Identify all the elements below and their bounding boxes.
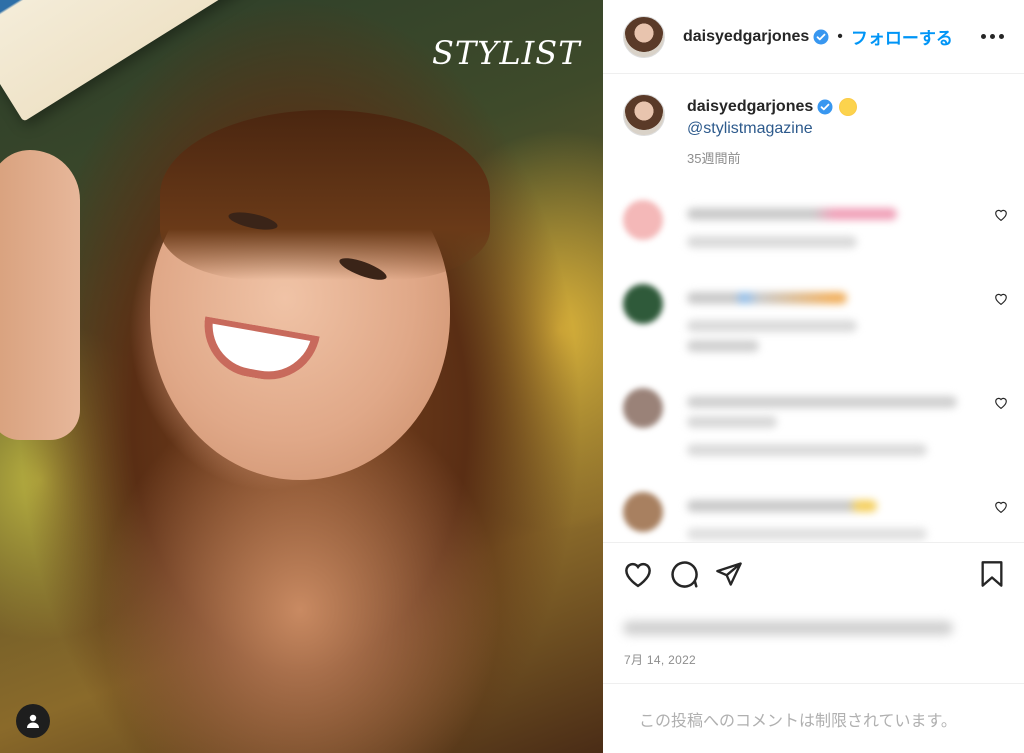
list-item <box>603 478 1024 542</box>
heart-icon[interactable] <box>994 500 1008 513</box>
blurred-line <box>687 320 857 332</box>
blurred-line <box>687 396 957 408</box>
heart-icon[interactable] <box>994 292 1008 305</box>
heart-icon[interactable] <box>994 396 1008 409</box>
caption-body: daisyedgarjones @stylistmagazine 35週間前 <box>687 94 858 167</box>
follow-button[interactable]: フォローする <box>851 24 953 49</box>
hand-shape <box>0 150 80 440</box>
more-horizontal-icon <box>981 34 986 39</box>
hair-bangs-shape <box>160 110 490 280</box>
action-icons-row <box>603 543 1024 589</box>
caption-avatar[interactable] <box>623 94 665 136</box>
blurred-comment-content <box>687 200 1004 270</box>
verified-badge-icon <box>813 29 829 44</box>
blurred-line <box>687 208 897 220</box>
comments-list[interactable] <box>603 186 1024 542</box>
blurred-comment-content <box>687 284 1004 374</box>
blurred-line <box>687 444 927 456</box>
blurred-avatar <box>623 492 663 532</box>
user-icon <box>27 714 39 728</box>
heart-icon[interactable] <box>994 208 1008 221</box>
caption-username[interactable]: daisyedgarjones <box>687 98 813 116</box>
share-icon[interactable] <box>715 560 743 588</box>
tagged-users-button[interactable] <box>16 704 50 738</box>
blurred-line <box>687 416 777 428</box>
more-options-button[interactable] <box>981 28 1004 45</box>
bookmark-icon[interactable] <box>980 560 1004 588</box>
avatar[interactable] <box>623 15 665 58</box>
post-date: 7月 14, 2022 <box>624 653 697 667</box>
caption-mention-link[interactable]: @stylistmagazine <box>687 120 857 138</box>
blurred-likes <box>623 621 953 635</box>
more-dot <box>990 34 995 39</box>
comments-restricted-notice: この投稿へのコメントは制限されています。 <box>639 713 957 730</box>
header-username[interactable]: daisyedgarjones <box>683 28 809 46</box>
blurred-avatar <box>623 284 663 324</box>
book-shape <box>0 0 465 122</box>
list-item <box>603 374 1024 478</box>
header-user-info: daisyedgarjones • フォローする <box>683 24 953 49</box>
blurred-line <box>687 500 877 512</box>
blurred-comment-content <box>687 388 1004 478</box>
list-item <box>603 186 1024 270</box>
post-header: daisyedgarjones • フォローする <box>603 0 1024 74</box>
smiling-face-emoji-icon <box>839 98 858 116</box>
blurred-line <box>687 292 847 304</box>
post-caption: daisyedgarjones @stylistmagazine 35週間前 <box>603 74 1024 167</box>
blurred-line <box>687 528 927 540</box>
blurred-line <box>687 340 759 352</box>
blurred-comment-content <box>687 492 1004 542</box>
verified-badge-icon <box>817 99 833 115</box>
more-dot <box>999 34 1004 39</box>
post-actions: 7月 14, 2022 <box>603 542 1024 684</box>
blurred-avatar <box>623 200 663 240</box>
blurred-avatar <box>623 388 663 428</box>
heart-icon[interactable] <box>623 560 653 588</box>
post-photo: STYLIST <box>0 0 603 753</box>
list-item <box>603 270 1024 374</box>
stylist-watermark: STYLIST <box>432 34 581 72</box>
caption-timestamp: 35週間前 <box>687 151 741 166</box>
separator-dot: • <box>837 27 843 45</box>
blurred-line <box>687 236 857 248</box>
post-sidebar: daisyedgarjones • フォローする daisyedgarjones <box>603 0 1024 753</box>
comment-icon[interactable] <box>669 559 699 589</box>
